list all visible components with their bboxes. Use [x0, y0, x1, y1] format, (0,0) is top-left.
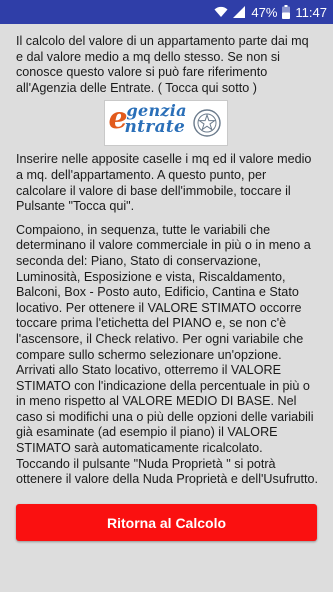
help-content: Il calcolo del valore di un appartamento…	[16, 34, 319, 488]
intro-paragraph: Il calcolo del valore di un appartamento…	[16, 34, 309, 95]
agenzia-entrate-logo-link[interactable]: e genzia ntrate	[103, 100, 228, 147]
battery-percentage: 47%	[251, 4, 278, 20]
instructions-paragraph: Inserire nelle apposite caselle i mq ed …	[16, 152, 312, 214]
status-bar: 47% 11:47	[0, 0, 333, 24]
battery-icon	[282, 5, 291, 19]
status-icons: 47% 11:47	[214, 3, 327, 21]
signal-icon	[233, 6, 246, 18]
return-to-calculation-button[interactable]: Ritorna al Calcolo	[16, 504, 317, 541]
wifi-icon	[214, 6, 228, 18]
italian-emblem-icon	[192, 108, 222, 138]
variables-paragraph: Compaiono, in sequenza, tutte le variabi…	[16, 222, 319, 487]
logo-entrate-text: ntrate	[124, 117, 186, 138]
clock: 11:47	[295, 4, 327, 20]
